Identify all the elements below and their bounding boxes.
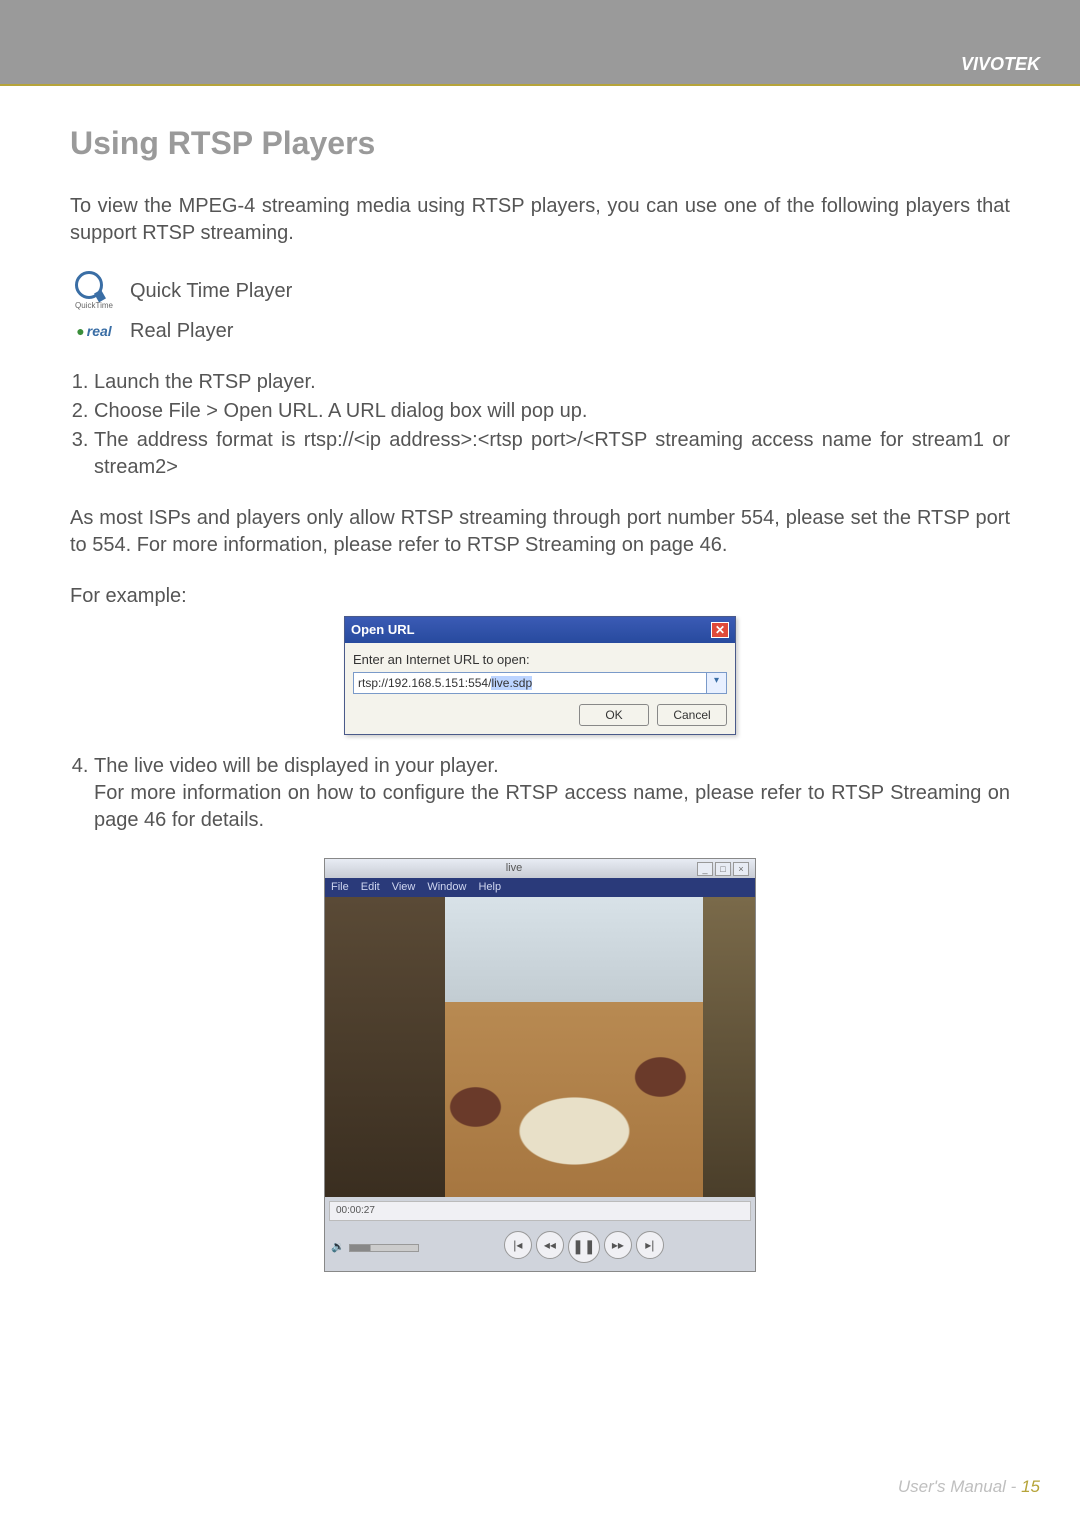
url-input[interactable]: rtsp://192.168.5.151:554/live.sdp (353, 672, 707, 694)
pause-icon[interactable]: ❚❚ (568, 1231, 600, 1263)
transport-controls: |◂ ◂◂ ❚❚ ▸▸ ▸| (419, 1227, 749, 1269)
close-icon[interactable]: × (733, 862, 749, 876)
open-url-dialog-wrap: Open URL ✕ Enter an Internet URL to open… (70, 616, 1010, 735)
dialog-title-text: Open URL (351, 621, 415, 639)
list-item: QuickTime Quick Time Player (70, 271, 1010, 312)
url-prefix: rtsp://192.168.5.151:554/ (358, 676, 491, 690)
real-icon: real (70, 322, 118, 341)
dialog-titlebar: Open URL ✕ (345, 617, 735, 643)
menu-help[interactable]: Help (478, 880, 501, 895)
player-list: QuickTime Quick Time Player real Real Pl… (70, 271, 1010, 345)
page-content: Using RTSP Players To view the MPEG-4 st… (0, 86, 1080, 1272)
step-4-line1: The live video will be displayed in your… (94, 755, 499, 777)
brand-label: VIVOTEK (961, 54, 1040, 75)
note-paragraph: As most ISPs and players only allow RTSP… (70, 505, 1010, 559)
step-2: Choose File > Open URL. A URL dialog box… (94, 398, 1010, 425)
open-url-dialog: Open URL ✕ Enter an Internet URL to open… (344, 616, 736, 735)
close-icon[interactable]: ✕ (711, 622, 729, 638)
video-frame-image (325, 897, 755, 1197)
step-3: The address format is rtsp://<ip address… (94, 427, 1010, 481)
maximize-icon[interactable]: □ (715, 862, 731, 876)
url-highlight: live.sdp (491, 676, 532, 690)
cancel-button[interactable]: Cancel (657, 704, 727, 726)
list-item: real Real Player (70, 318, 1010, 345)
media-player-wrap: live _ □ × File Edit View Window Help Vi… (70, 858, 1010, 1271)
chevron-down-icon[interactable]: ▾ (707, 672, 727, 694)
skip-forward-icon[interactable]: ▸| (636, 1231, 664, 1259)
player-titlebar: live _ □ × (325, 859, 755, 878)
menu-edit[interactable]: Edit (361, 880, 380, 895)
step-1: Launch the RTSP player. (94, 369, 1010, 396)
player-controls-row: 🔉 |◂ ◂◂ ❚❚ ▸▸ ▸| (325, 1225, 755, 1271)
forward-icon[interactable]: ▸▸ (604, 1231, 632, 1259)
for-example-label: For example: (70, 583, 1010, 610)
ok-button[interactable]: OK (579, 704, 649, 726)
dialog-body: Enter an Internet URL to open: rtsp://19… (345, 643, 735, 735)
minimize-icon[interactable]: _ (697, 862, 713, 876)
skip-back-icon[interactable]: |◂ (504, 1231, 532, 1259)
intro-paragraph: To view the MPEG-4 streaming media using… (70, 193, 1010, 247)
player-menubar: File Edit View Window Help (325, 878, 755, 897)
video-area: Video 16:38:01 2010/05/17 (325, 897, 755, 1197)
quicktime-icon: QuickTime (70, 271, 118, 312)
volume-slider[interactable] (349, 1244, 419, 1252)
page-footer: User's Manual - 15 (898, 1477, 1040, 1497)
steps-list: Launch the RTSP player. Choose File > Op… (70, 369, 1010, 481)
page-number: 15 (1021, 1477, 1040, 1496)
menu-file[interactable]: File (331, 880, 349, 895)
quicktime-label: Quick Time Player (130, 278, 292, 305)
media-player-window: live _ □ × File Edit View Window Help Vi… (324, 858, 756, 1271)
step-4-line2: For more information on how to configure… (94, 782, 1010, 831)
realplayer-label: Real Player (130, 318, 233, 345)
footer-text: User's Manual - (898, 1477, 1021, 1496)
dialog-label: Enter an Internet URL to open: (353, 651, 727, 669)
player-title-text: live (331, 861, 697, 876)
volume-icon[interactable]: 🔉 (331, 1240, 345, 1255)
rewind-icon[interactable]: ◂◂ (536, 1231, 564, 1259)
menu-view[interactable]: View (392, 880, 416, 895)
header-bar: VIVOTEK (0, 0, 1080, 84)
playback-time: 00:00:27 (329, 1201, 751, 1221)
steps-list-continued: The live video will be displayed in your… (70, 753, 1010, 834)
menu-window[interactable]: Window (427, 880, 466, 895)
page-heading: Using RTSP Players (70, 122, 1010, 165)
step-4: The live video will be displayed in your… (94, 753, 1010, 834)
